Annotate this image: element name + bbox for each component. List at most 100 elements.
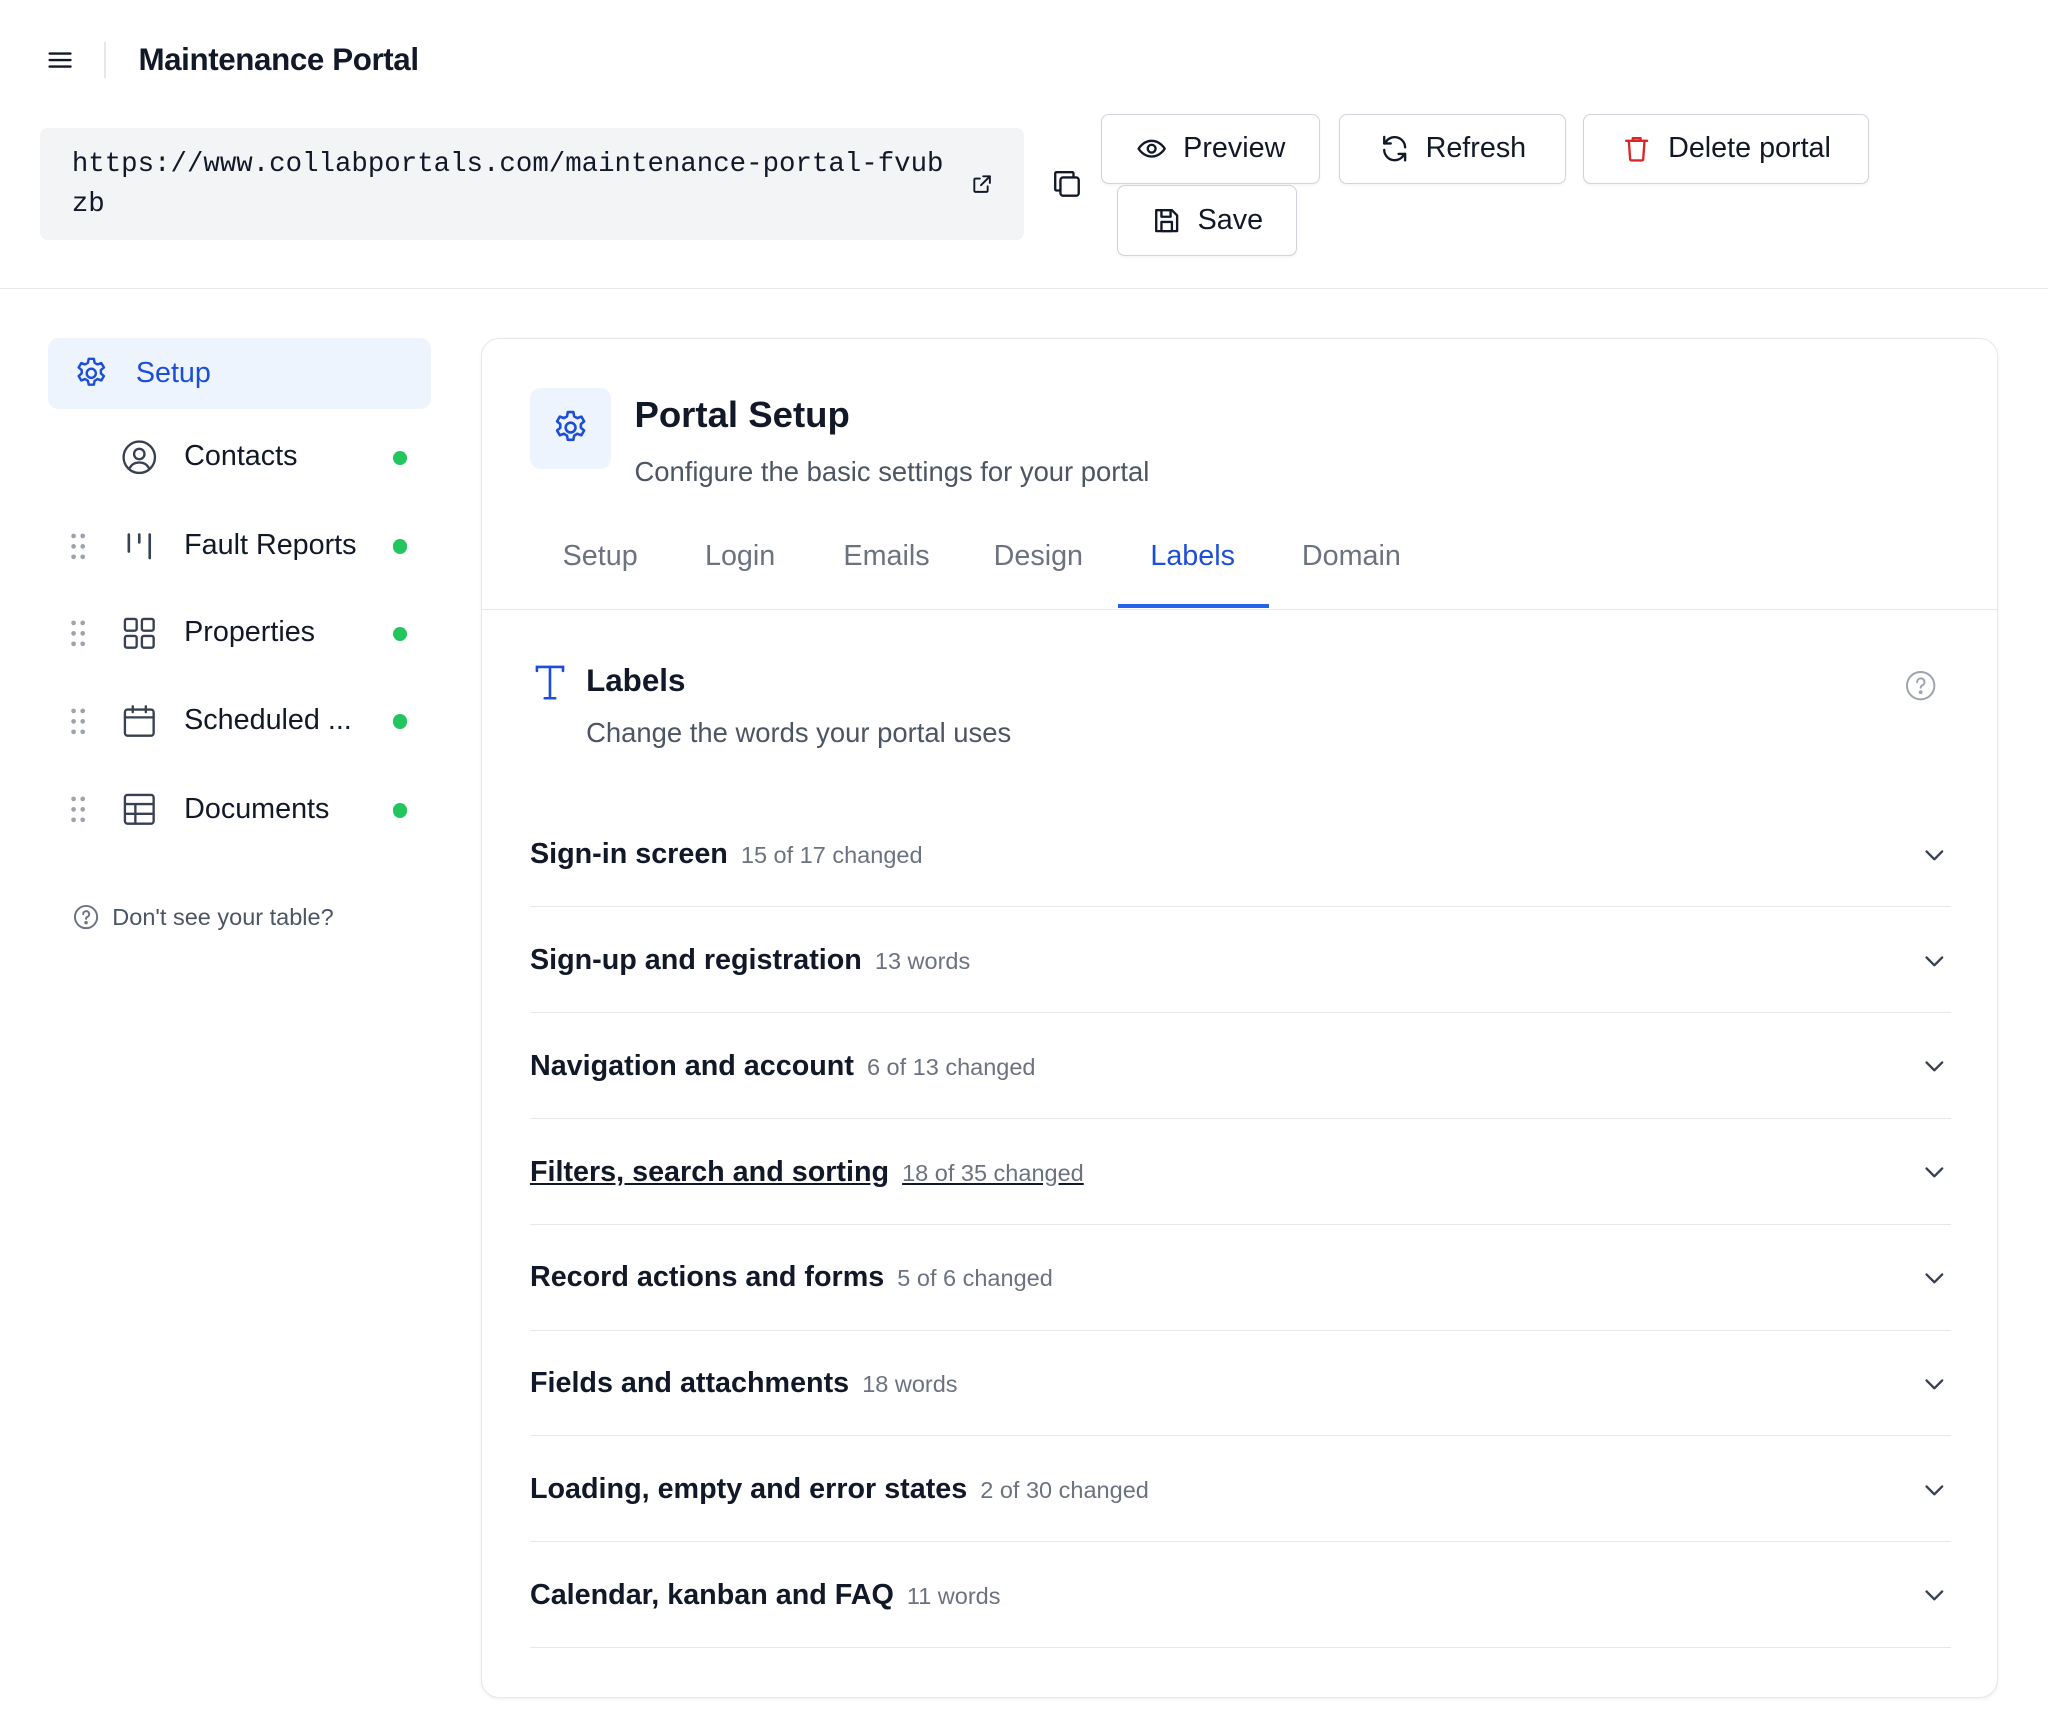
chevron-down-icon: [1924, 955, 1944, 967]
top-bar: Maintenance Portal https://www.collabpor…: [0, 0, 2048, 289]
status-dot: [393, 714, 408, 729]
section-title: Labels: [586, 663, 686, 699]
chevron-down-icon: [1924, 1273, 1944, 1284]
chevron-down-icon: [1924, 1484, 1944, 1495]
accordion-meta: 18 of 35 changed: [902, 1159, 1084, 1186]
accordion-title: Calendar, kanban and FAQ 11 words: [529, 1578, 1001, 1611]
accordion-calendar[interactable]: Calendar, kanban and FAQ 11 words: [529, 1542, 1951, 1648]
accordion-meta: 2 of 30 changed: [980, 1476, 1149, 1503]
accordion-title: Fields and attachments 18 words: [529, 1367, 958, 1400]
calendar-icon: [124, 704, 156, 737]
eye-icon: [1137, 139, 1167, 158]
kanban-columns-icon: [127, 532, 152, 559]
accordion-title: Sign-in screen 15 of 17 changed: [529, 838, 923, 871]
chevron-down-icon: [1924, 1061, 1944, 1072]
accordion-title: Sign-up and registration 13 words: [529, 943, 971, 976]
accordion-meta: 15 of 17 changed: [740, 842, 923, 869]
portal-setup-card: Portal Setup Configure the basic setting…: [480, 338, 1999, 1698]
drag-handle-icon[interactable]: [69, 795, 87, 824]
drag-handle-icon[interactable]: [69, 532, 87, 561]
section-subtitle: Change the words your portal uses: [586, 716, 1012, 748]
chevron-down-icon: [1924, 850, 1944, 861]
trash-icon: [1625, 137, 1649, 162]
user-circle-icon: [122, 440, 157, 474]
accordion-filters[interactable]: Filters, search and sorting 18 of 35 chan…: [529, 1119, 1951, 1225]
sidebar-item-label: Scheduled ...: [184, 703, 352, 736]
page-title: Portal Setup: [634, 394, 850, 436]
sidebar-item-scheduled[interactable]: Scheduled ...: [48, 686, 431, 757]
refresh-label: Refresh: [1425, 132, 1527, 165]
portal-url-text: https://www.collabportals.com/maintenanc…: [71, 148, 944, 221]
accordion-title: Filters, search and sorting 18 of 35 chan…: [529, 1155, 1084, 1188]
active-tab-indicator: [1117, 604, 1270, 609]
tab-login[interactable]: Login: [705, 540, 775, 573]
drag-handle-icon[interactable]: [69, 619, 87, 648]
accordion-sign-up[interactable]: Sign-up and registration 13 words: [529, 907, 1951, 1014]
menu-button[interactable]: [39, 39, 81, 81]
status-dot: [393, 450, 408, 465]
sidebar-item-label: Setup: [135, 356, 211, 389]
status-dot: [393, 539, 408, 554]
sidebar-item-label: Contacts: [184, 440, 298, 473]
gear-icon: [77, 357, 106, 387]
refresh-icon: [1382, 135, 1406, 162]
sidebar-item-setup[interactable]: Setup: [48, 338, 431, 409]
copy-icon: [1054, 171, 1080, 198]
tab-labels[interactable]: Labels: [1150, 540, 1235, 573]
question-circle-icon: [74, 905, 99, 930]
chevron-down-icon: [1924, 1590, 1944, 1601]
hamburger-icon: [48, 52, 72, 68]
delete-portal-button[interactable]: Delete portal: [1582, 113, 1870, 185]
grid-icon: [124, 617, 156, 649]
app-title: Maintenance Portal: [138, 41, 419, 77]
preview-label: Preview: [1183, 132, 1286, 165]
sidebar-item-contacts[interactable]: Contacts: [48, 422, 431, 493]
accordion-title: Navigation and account 6 of 13 changed: [529, 1049, 1036, 1082]
sidebar: Setup Contacts Fault Reports Properties …: [0, 290, 470, 1720]
accordion-title: Loading, empty and error states 2 of 30 c…: [529, 1472, 1149, 1505]
preview-button[interactable]: Preview: [1101, 113, 1321, 185]
accordion-fields[interactable]: Fields and attachments 18 words: [529, 1331, 1951, 1437]
delete-label: Delete portal: [1668, 132, 1831, 165]
sidebar-item-label: Documents: [184, 792, 330, 825]
tab-setup[interactable]: Setup: [563, 540, 638, 573]
accordion-title: Record actions and forms 5 of 6 changed: [529, 1261, 1053, 1294]
status-dot: [393, 626, 408, 642]
external-link-icon: [973, 175, 991, 193]
accordion-states[interactable]: Loading, empty and error states 2 of 30 c…: [529, 1436, 1951, 1543]
save-icon: [1154, 209, 1178, 233]
page-subtitle: Configure the basic settings for your po…: [634, 455, 1150, 487]
card-icon-box: [529, 387, 611, 469]
text-type-icon: [535, 665, 564, 700]
open-url-button[interactable]: [969, 171, 995, 197]
accordion-meta: 18 words: [862, 1371, 958, 1398]
sidebar-item-label: Properties: [184, 616, 316, 649]
save-label: Save: [1197, 204, 1264, 237]
tab-emails[interactable]: Emails: [843, 540, 929, 573]
accordion-record-actions[interactable]: Record actions and forms 5 of 6 changed: [529, 1225, 1951, 1331]
help-text: Don't see your table?: [112, 903, 334, 930]
accordion-meta: 5 of 6 changed: [897, 1265, 1053, 1292]
sidebar-item-fault-reports[interactable]: Fault Reports: [48, 511, 431, 582]
status-dot: [393, 803, 408, 818]
portal-url-field[interactable]: https://www.collabportals.com/maintenanc…: [40, 127, 1024, 241]
sidebar-item-documents[interactable]: Documents: [48, 775, 431, 846]
accordion-navigation[interactable]: Navigation and account 6 of 13 changed: [529, 1013, 1951, 1119]
drag-handle-icon[interactable]: [69, 707, 87, 736]
sidebar-item-label: Fault Reports: [184, 528, 357, 561]
table-icon: [124, 794, 156, 826]
tab-domain[interactable]: Domain: [1302, 540, 1401, 573]
accordion-sign-in-screen[interactable]: Sign-in screen 15 of 17 changed: [529, 802, 1951, 908]
accordion-meta: 13 words: [874, 947, 971, 974]
accordion-meta: 6 of 13 changed: [866, 1053, 1036, 1080]
gear-icon: [555, 411, 586, 442]
sidebar-item-properties[interactable]: Properties: [48, 598, 431, 669]
chevron-down-icon: [1924, 1167, 1944, 1178]
help-circle-icon[interactable]: [1905, 670, 1936, 701]
copy-url-button[interactable]: [1047, 165, 1086, 204]
tab-design[interactable]: Design: [994, 540, 1083, 573]
missing-table-help-link[interactable]: Don't see your table?: [73, 904, 334, 931]
save-button[interactable]: Save: [1116, 185, 1297, 256]
refresh-button[interactable]: Refresh: [1338, 113, 1566, 185]
setup-tabs: Setup Login Emails Design Labels Domain: [481, 522, 1997, 610]
